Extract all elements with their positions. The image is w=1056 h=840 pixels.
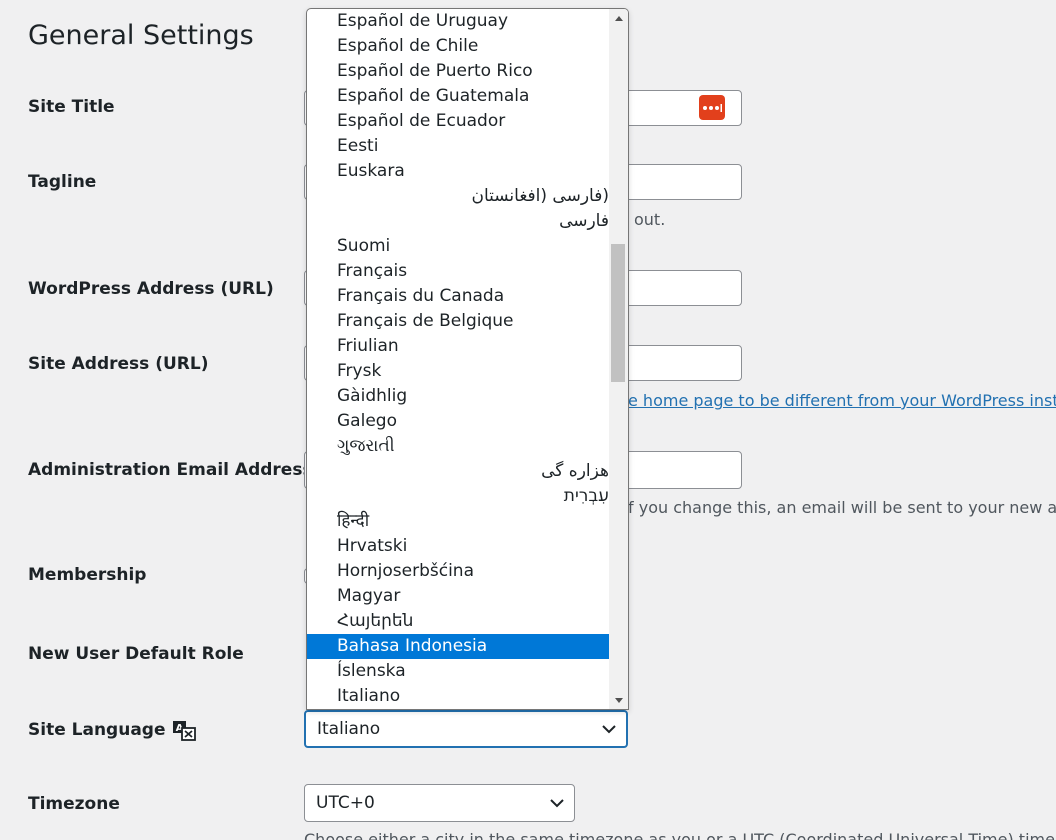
site-address-help-link[interactable]: e home page to be different from your Wo…	[628, 391, 1056, 410]
tagline-label: Tagline	[28, 172, 96, 192]
dropdown-scrollbar[interactable]	[609, 9, 628, 709]
scroll-up-icon[interactable]	[609, 11, 628, 25]
language-option[interactable]: ગુજરાતી	[307, 434, 609, 459]
language-option[interactable]: Frysk	[307, 359, 609, 384]
language-option[interactable]: Galego	[307, 409, 609, 434]
language-option[interactable]: Հայերեն	[307, 609, 609, 634]
language-option[interactable]: Suomi	[307, 234, 609, 259]
language-option[interactable]: Euskara	[307, 159, 609, 184]
membership-label-text: Membership	[28, 565, 147, 585]
language-option[interactable]: Magyar	[307, 584, 609, 609]
site-address-description: e home page to be different from your Wo…	[628, 391, 1056, 410]
language-option[interactable]: Español de Puerto Rico	[307, 59, 609, 84]
wordpress-address-label-text: WordPress Address (URL)	[28, 279, 274, 299]
admin-email-description: f you change this, an email will be sent…	[628, 498, 1056, 517]
site-title-label: Site Title	[28, 97, 115, 117]
chevron-down-icon	[602, 719, 616, 739]
language-option[interactable]: Français de Belgique	[307, 309, 609, 334]
language-option[interactable]: Italiano	[307, 684, 609, 709]
language-option[interactable]: Français du Canada	[307, 284, 609, 309]
site-title-label-text: Site Title	[28, 97, 115, 117]
language-option[interactable]: हिन्दी	[307, 509, 609, 534]
admin-email-label-text: Administration Email Address	[28, 460, 313, 480]
page-title: General Settings	[28, 20, 254, 51]
admin-email-label: Administration Email Address	[28, 460, 313, 480]
default-role-label-text: New User Default Role	[28, 644, 244, 664]
wordpress-address-label: WordPress Address (URL)	[28, 279, 274, 299]
membership-label: Membership	[28, 565, 146, 585]
language-option[interactable]: Bahasa Indonesia	[307, 634, 609, 659]
language-option[interactable]: Español de Guatemala	[307, 84, 609, 109]
timezone-label-text: Timezone	[28, 794, 120, 814]
general-settings-page: General Settings Site Title Tagline out.…	[0, 0, 1056, 840]
language-option[interactable]: Friulian	[307, 334, 609, 359]
language-option-list: Español de Uruguay Español de Chile Españo…	[307, 9, 609, 709]
chevron-down-icon	[550, 793, 564, 813]
language-option[interactable]: Eesti	[307, 134, 609, 159]
dropdown-scroll-thumb[interactable]	[611, 244, 625, 382]
timezone-label: Timezone	[28, 794, 120, 814]
timezone-description: Choose either a city in the same timezon…	[304, 830, 1056, 840]
language-option[interactable]: (فارسی (افغانستان	[307, 184, 609, 209]
language-option[interactable]: هزاره گی	[307, 459, 609, 484]
scroll-down-icon[interactable]	[609, 693, 628, 707]
timezone-selected-value: UTC+0	[316, 793, 375, 813]
language-option[interactable]: Hrvatski	[307, 534, 609, 559]
site-address-label: Site Address (URL)	[28, 354, 208, 374]
language-option[interactable]: Gàidhlig	[307, 384, 609, 409]
site-language-label: Site Language A	[28, 719, 196, 741]
language-option[interactable]: Español de Ecuador	[307, 109, 609, 134]
tagline-label-text: Tagline	[28, 172, 97, 192]
site-language-label-text: Site Language	[28, 720, 166, 740]
site-language-selected-value: Italiano	[317, 719, 381, 739]
language-option[interactable]: Français	[307, 259, 609, 284]
translate-icon: A	[172, 719, 196, 741]
tagline-description-text: out.	[634, 210, 666, 229]
language-option[interactable]: Español de Uruguay	[307, 9, 609, 34]
timezone-select[interactable]: UTC+0	[304, 784, 575, 822]
default-role-label: New User Default Role	[28, 644, 244, 664]
language-option[interactable]: فارسی	[307, 209, 609, 234]
language-option[interactable]: Hornjoserbšćina	[307, 559, 609, 584]
site-address-label-text: Site Address (URL)	[28, 354, 209, 374]
language-option[interactable]: עִבְרִית	[307, 484, 609, 509]
site-language-dropdown[interactable]: Español de Uruguay Español de Chile Españo…	[306, 8, 629, 710]
site-language-select[interactable]: Italiano	[304, 710, 628, 748]
language-option[interactable]: Íslenska	[307, 659, 609, 684]
password-manager-icon[interactable]	[699, 95, 725, 120]
language-option[interactable]: Español de Chile	[307, 34, 609, 59]
